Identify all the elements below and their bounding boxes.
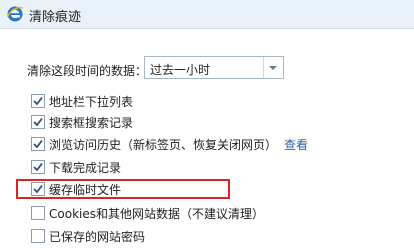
search-history-label: 搜索框搜索记录 [49, 116, 134, 130]
download-history-label: 下载完成记录 [49, 161, 122, 175]
checkmark-icon [33, 117, 43, 127]
time-range-select[interactable]: 过去一小时 [144, 56, 284, 79]
highlight-box [16, 179, 230, 199]
dialog-titlebar: 清除痕迹 [0, 0, 414, 29]
address-bar-checkbox[interactable] [31, 94, 45, 108]
search-history-checkbox[interactable] [31, 115, 45, 129]
cookies-label: Cookies和其他网站数据（不建议清理） [49, 207, 264, 221]
address-bar-label: 地址栏下拉列表 [49, 95, 134, 109]
download-history-checkbox[interactable] [31, 160, 45, 174]
chevron-down-icon [269, 66, 277, 70]
browsing-history-label: 浏览访问历史（新标签页、恢复关闭网页） [49, 138, 278, 152]
checkmark-icon [33, 96, 43, 106]
checkmark-icon [33, 139, 43, 149]
time-range-label: 清除这段时间的数据： [27, 64, 148, 78]
select-divider [263, 57, 264, 78]
ie-logo-icon [6, 6, 24, 22]
saved-passwords-checkbox[interactable] [31, 229, 45, 243]
dialog-title: 清除痕迹 [29, 10, 82, 25]
browsing-history-checkbox[interactable] [31, 137, 45, 151]
view-history-link[interactable]: 查看 [284, 136, 308, 153]
time-range-value: 过去一小时 [150, 63, 211, 77]
cookies-checkbox[interactable] [31, 206, 45, 220]
checkmark-icon [33, 162, 43, 172]
saved-passwords-label: 已保存的网站密码 [49, 230, 146, 244]
